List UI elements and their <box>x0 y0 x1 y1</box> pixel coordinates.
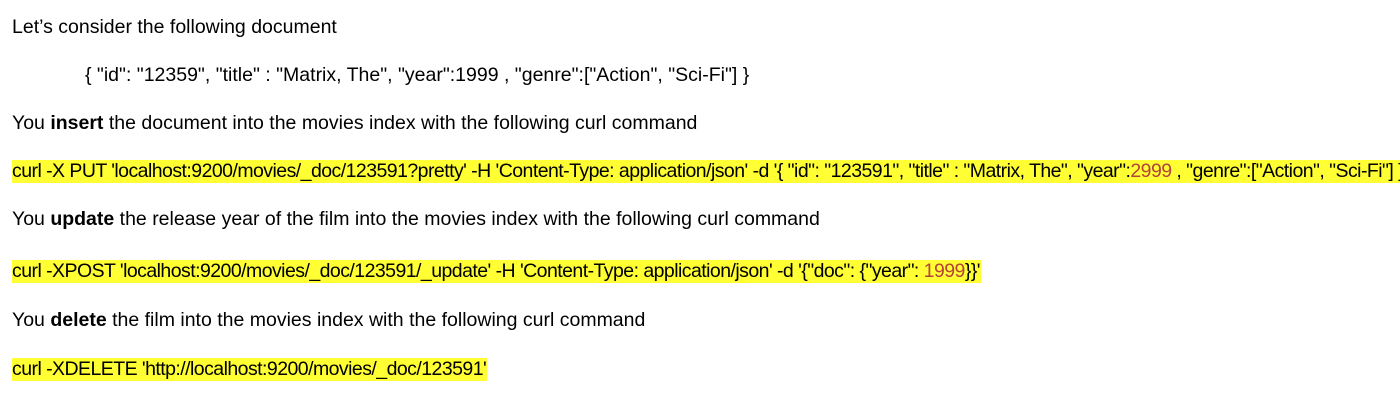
insert-command-year: 2999 <box>1130 160 1172 182</box>
update-command-after: }}' <box>964 260 981 282</box>
insert-keyword: insert <box>50 112 104 134</box>
insert-prefix: You <box>12 112 51 134</box>
delete-command: curl -XDELETE 'http://localhost:9200/mov… <box>12 357 488 381</box>
update-description: You update the release year of the film … <box>12 207 820 231</box>
document-json: { "id": "12359", "title" : "Matrix, The"… <box>85 64 750 86</box>
update-command-year: 1999 <box>923 260 966 282</box>
delete-keyword: delete <box>50 309 107 331</box>
update-prefix: You <box>12 208 51 230</box>
update-keyword: update <box>50 208 115 230</box>
delete-command-highlight: curl -XDELETE 'http://localhost:9200/mov… <box>12 358 488 381</box>
insert-command-highlight: curl -X PUT 'localhost:9200/movies/_doc/… <box>12 160 1400 183</box>
intro-text: Let’s consider the following document <box>12 16 337 38</box>
insert-suffix: the document into the movies index with … <box>103 112 698 134</box>
update-command-highlight: curl -XPOST 'localhost:9200/movies/_doc/… <box>12 260 981 283</box>
update-command: curl -XPOST 'localhost:9200/movies/_doc/… <box>12 259 981 283</box>
delete-description: You delete the film into the movies inde… <box>12 308 645 332</box>
insert-description: You insert the document into the movies … <box>12 111 697 135</box>
delete-suffix: the film into the movies index with the … <box>106 309 646 331</box>
insert-command-before: curl -X PUT 'localhost:9200/movies/_doc/… <box>12 160 1131 182</box>
delete-prefix: You <box>12 309 51 331</box>
insert-command: curl -X PUT 'localhost:9200/movies/_doc/… <box>12 159 1400 183</box>
update-suffix: the release year of the film into the mo… <box>114 208 820 230</box>
update-command-before: curl -XPOST 'localhost:9200/movies/_doc/… <box>12 260 924 282</box>
insert-command-after: , "genre":["Action", "Sci-Fi"] }' <box>1171 160 1400 182</box>
